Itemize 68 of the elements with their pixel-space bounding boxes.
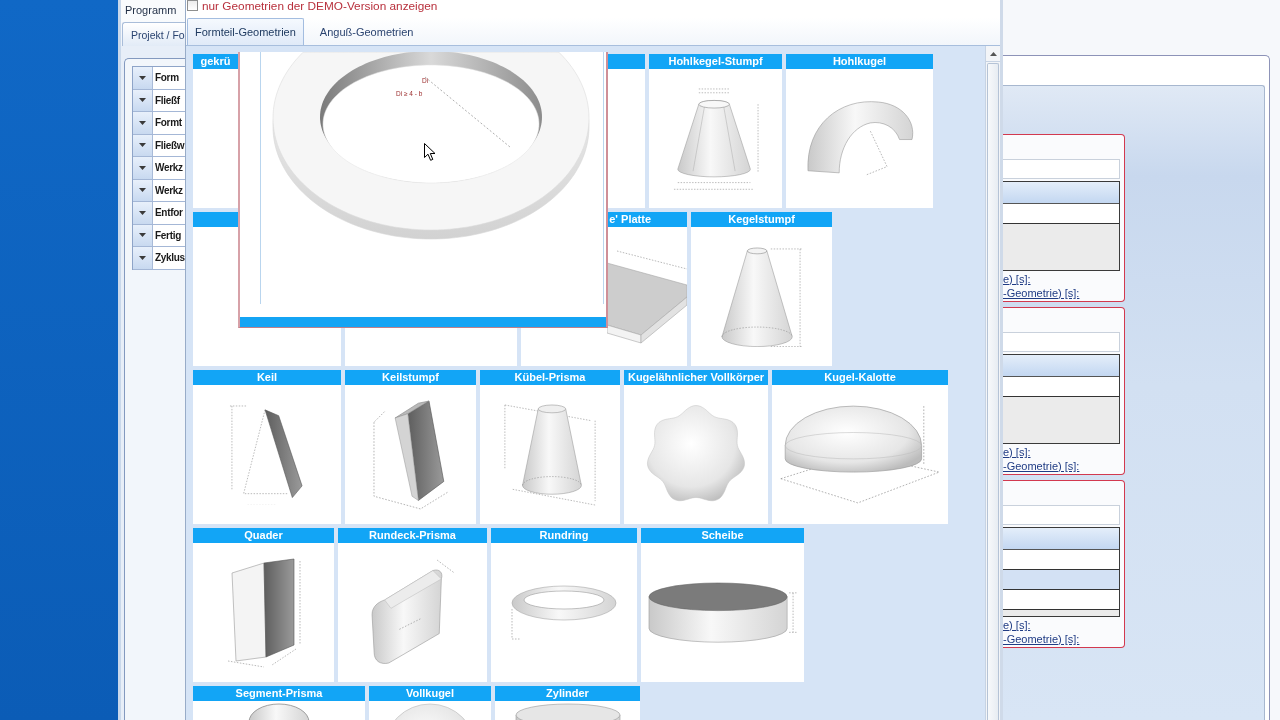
card-title: Kugel-Kalotte <box>772 370 948 385</box>
link[interactable]: e) [s]: <box>1003 272 1031 286</box>
caret-icon <box>139 98 146 103</box>
input-field[interactable] <box>1003 159 1120 179</box>
table-row[interactable] <box>1003 570 1119 590</box>
card-title: Kegelstumpf <box>691 212 832 227</box>
checkbox-label[interactable]: nur Geometrien der DEMO-Version anzeigen <box>202 0 438 13</box>
arrow-up-icon <box>989 51 997 56</box>
tab[interactable]: Anguß-Geometrien <box>311 18 422 45</box>
segment-prism-drawing <box>248 703 310 720</box>
card-title: Rundeck-Prisma <box>338 528 487 543</box>
caret-icon <box>139 255 146 260</box>
section-label[interactable]: Werkz <box>153 157 185 179</box>
expand-button[interactable] <box>133 134 153 156</box>
card-title: Rundring <box>491 528 637 543</box>
caret-icon <box>139 143 146 148</box>
section-label[interactable]: Fließw <box>153 134 185 156</box>
caret-icon <box>139 233 146 238</box>
caret-icon <box>139 210 146 215</box>
table-row[interactable] <box>1003 204 1119 224</box>
input-field[interactable] <box>1003 505 1120 525</box>
section-label[interactable]: Fertig <box>153 224 185 246</box>
tab[interactable]: Projekt / Fo <box>122 22 185 46</box>
expand-button[interactable] <box>133 67 153 89</box>
geometry-card[interactable] <box>605 54 645 208</box>
cursor-icon <box>424 143 436 161</box>
card-title: gekrü <box>193 54 238 69</box>
caret-icon <box>139 75 146 80</box>
link[interactable]: -Geometrie) [s]: <box>1003 459 1080 473</box>
card-title: Scheibe <box>641 528 804 543</box>
link[interactable]: -Geometrie) [s]: <box>1003 286 1080 300</box>
section-label[interactable]: Formt <box>153 112 185 134</box>
expand-button[interactable] <box>133 112 153 134</box>
expand-button[interactable] <box>133 247 153 269</box>
link[interactable]: e) [s]: <box>1003 445 1031 459</box>
link[interactable]: -Geometrie) [s]: <box>1003 632 1080 646</box>
section-label[interactable]: Form <box>153 67 185 89</box>
card-title: Kübel-Prisma <box>480 370 620 385</box>
expand-button[interactable] <box>133 89 153 111</box>
tab[interactable]: Formteil-Geometrien <box>187 18 304 45</box>
section-label[interactable]: Zyklus <box>153 247 185 269</box>
expand-button[interactable] <box>133 179 153 201</box>
card-title: Zylinder <box>495 686 640 701</box>
card-title: Segment-Prisma <box>193 686 365 701</box>
caret-icon <box>139 188 146 193</box>
section-label[interactable]: Entfor <box>153 202 185 224</box>
card-title: Hohlkugel <box>786 54 933 69</box>
card-title: Hohlkegel-Stumpf <box>649 54 782 69</box>
section-label[interactable]: Werkz <box>153 179 185 201</box>
section-label[interactable]: Fließf <box>153 89 185 111</box>
expand-button[interactable] <box>133 224 153 246</box>
table-row[interactable] <box>1003 590 1119 610</box>
menu-tab[interactable]: Programm <box>125 5 177 15</box>
card-title: Kugelähnlicher Vollkörper <box>624 370 768 385</box>
card-title: Quader <box>193 528 334 543</box>
caret-icon <box>139 165 146 170</box>
caret-icon <box>139 120 146 125</box>
card-title: Keilstumpf <box>345 370 476 385</box>
expand-button[interactable] <box>133 157 153 179</box>
expand-button[interactable] <box>133 202 153 224</box>
checkbox[interactable] <box>187 0 198 11</box>
scrollbar-thumb[interactable] <box>987 63 999 720</box>
link[interactable]: e) [s]: <box>1003 618 1031 632</box>
card-title: Keil <box>193 370 341 385</box>
input-field[interactable] <box>1003 332 1120 352</box>
card-title: Vollkugel <box>369 686 491 701</box>
table-row[interactable] <box>1003 377 1119 397</box>
table-row[interactable] <box>1003 550 1119 570</box>
